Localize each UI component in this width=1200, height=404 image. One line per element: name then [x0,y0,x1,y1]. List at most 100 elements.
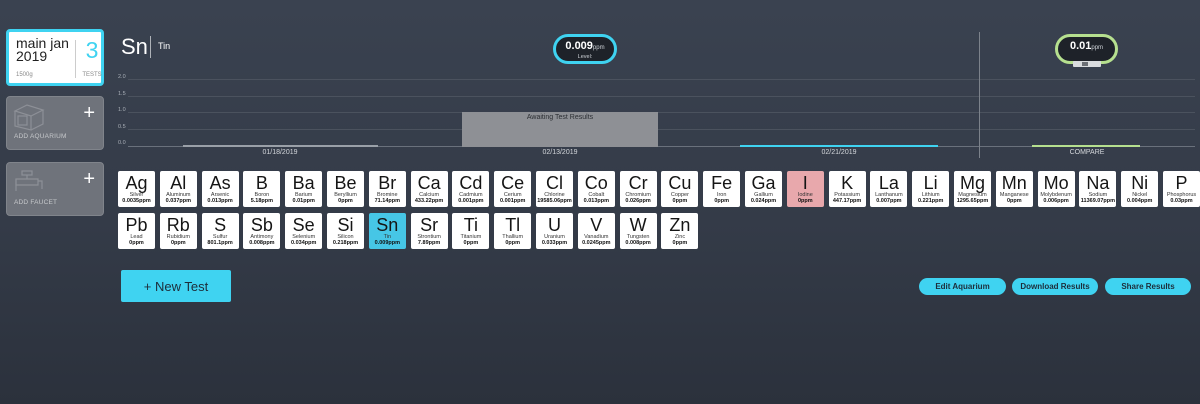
element-tile-ca[interactable]: Ca Calcium 433.22ppm [410,171,448,207]
element-value: 0.008ppm [249,240,275,246]
element-tile-sn[interactable]: Sn Tin 0.009ppm [368,213,406,249]
element-tile-p[interactable]: P Phosphorus 0.03ppm [1163,171,1200,207]
element-tile-sb[interactable]: Sb Antimony 0.008ppm [243,213,281,249]
element-tile-li[interactable]: Li Lithium 0.221ppm [912,171,950,207]
element-symbol: Ca [417,173,441,193]
element-tile-ba[interactable]: Ba Barium 0.01ppm [285,171,323,207]
element-symbol: Mn [1001,173,1027,193]
element-tile-ag[interactable]: Ag Silver 0.0035ppm [118,171,155,207]
element-symbol: Sb [250,215,273,235]
element-symbol-title: Sn [121,34,148,59]
element-tile-si[interactable]: Si Silicon 0.218ppm [327,213,364,249]
y-tick-label: 0.0 [118,140,126,146]
element-tile-k[interactable]: K Potassium 447.17ppm [828,171,866,207]
element-symbol: K [841,173,854,193]
element-tile-rb[interactable]: Rb Rubidium 0ppm [159,213,197,249]
element-tile-na[interactable]: Na Sodium 11369.07ppm [1079,171,1117,207]
aquarium-name: main jan 2019 [16,35,69,64]
element-value: 0.0035ppm [122,198,151,204]
element-tile-cl[interactable]: Cl Chlorine 19585.06ppm [536,171,573,207]
element-tile-ga[interactable]: Ga Gallium 0.024ppm [745,171,782,207]
element-value: 5.18ppm [250,198,274,204]
element-tile-b[interactable]: B Boron 5.18ppm [243,171,281,207]
element-tile-al[interactable]: Al Aluminum 0.037ppm [159,171,197,207]
share-results-button[interactable]: Share Results [1105,278,1191,295]
element-tile-u[interactable]: U Uranium 0.033ppm [536,213,573,249]
compare-divider [979,32,980,158]
y-tick-label: 0.5 [118,124,126,130]
level-value: 0.009 [565,40,593,52]
element-value: 0.024ppm [750,198,777,204]
element-value: 71.14ppm [374,198,400,204]
element-tile-ti[interactable]: Ti Titanium 0ppm [452,213,490,249]
element-symbol: Ce [501,173,525,193]
element-symbol: La [878,173,899,193]
element-value: 0ppm [129,240,144,246]
faucet-icon [15,170,43,191]
gridline [128,79,1195,80]
element-tile-tl[interactable]: Tl Thallium 0ppm [494,213,532,249]
download-results-button[interactable]: Download Results [1012,278,1098,295]
element-tile-cu[interactable]: Cu Copper 0ppm [661,171,699,207]
element-value: 0.007ppm [876,198,902,204]
element-tile-mo[interactable]: Mo Molybdenum 0.006ppm [1037,171,1075,207]
element-tile-fe[interactable]: Fe Iron 0ppm [703,171,741,207]
element-value: 0ppm [505,240,521,246]
element-value: 0.001ppm [500,198,526,204]
element-symbol: Na [1086,173,1110,193]
element-tile-ni[interactable]: Ni Nickel 0.004ppm [1121,171,1159,207]
element-symbol: Cl [546,173,563,193]
element-value: 0.037ppm [165,198,191,204]
element-tile-as[interactable]: As Arsenic 0.013ppm [201,171,239,207]
edit-aquarium-button[interactable]: Edit Aquarium [919,278,1006,295]
element-value: 0ppm [714,198,730,204]
element-tile-be[interactable]: Be Beryllium 0ppm [327,171,364,207]
plus-icon: + [83,102,95,124]
x-tick-label: COMPARE [1069,149,1105,156]
element-symbol: Ni [1131,173,1149,193]
element-value: 801.1ppm [207,240,233,246]
element-value: 0.001ppm [458,198,484,204]
element-tile-v[interactable]: V Vanadium 0.0245ppm [577,213,615,249]
element-tile-mn[interactable]: Mn Manganese 0ppm [995,171,1033,207]
element-value: 0.006ppm [1043,198,1069,204]
element-symbol: V [590,215,603,235]
element-tile-cd[interactable]: Cd Cadmium 0.001ppm [452,171,490,207]
element-symbol: Be [334,173,357,193]
compare-unit: ppm [1091,45,1104,51]
element-value: 447.17ppm [832,198,862,204]
element-symbol: Si [337,215,354,235]
element-symbol: Cd [459,173,483,193]
element-value: 0.0245ppm [582,240,611,246]
compare-bar [1032,145,1140,147]
element-value: 0.013ppm [207,198,233,204]
element-symbol: Mg [959,173,985,193]
element-symbol: Cu [668,173,692,193]
element-tile-la[interactable]: La Lanthanum 0.007ppm [870,171,908,207]
element-tile-ce[interactable]: Ce Cerium 0.001ppm [494,171,532,207]
element-tile-cr[interactable]: Cr Chromium 0.026ppm [619,171,657,207]
add-aquarium-button[interactable]: + ADD AQUARIUM [6,96,104,150]
new-test-button[interactable]: + New Test [121,270,231,302]
plus-icon: + [83,168,95,190]
element-value: 0.004ppm [1127,198,1153,204]
element-tile-br[interactable]: Br Bromine 71.14ppm [368,171,406,207]
element-tile-w[interactable]: W Tungsten 0.008ppm [619,213,657,249]
element-tile-mg[interactable]: Mg Magnesium 1295.65ppm [954,171,991,207]
result-bar [183,145,378,147]
element-symbol: Ag [125,173,148,193]
element-symbol: S [214,215,227,235]
element-tile-s[interactable]: S Sulfur 801.1ppm [201,213,239,249]
element-tile-pb[interactable]: Pb Lead 0ppm [118,213,155,249]
element-value: 0ppm [797,198,813,204]
element-tile-co[interactable]: Co Cobalt 0.013ppm [577,171,615,207]
element-tile-zn[interactable]: Zn Zinc 0ppm [661,213,699,249]
element-value: 0.033ppm [541,240,568,246]
element-tile-i[interactable]: I Iodine 0ppm [786,171,824,207]
element-symbol: Fe [711,173,733,193]
aquarium-card[interactable]: main jan 2019 1500g 3 TESTS [6,29,104,86]
add-faucet-button[interactable]: + ADD FAUCET [6,162,104,216]
add-aquarium-label: ADD AQUARIUM [14,133,67,140]
element-tile-sr[interactable]: Sr Strontium 7.89ppm [410,213,448,249]
element-tile-se[interactable]: Se Selenium 0.034ppm [285,213,323,249]
